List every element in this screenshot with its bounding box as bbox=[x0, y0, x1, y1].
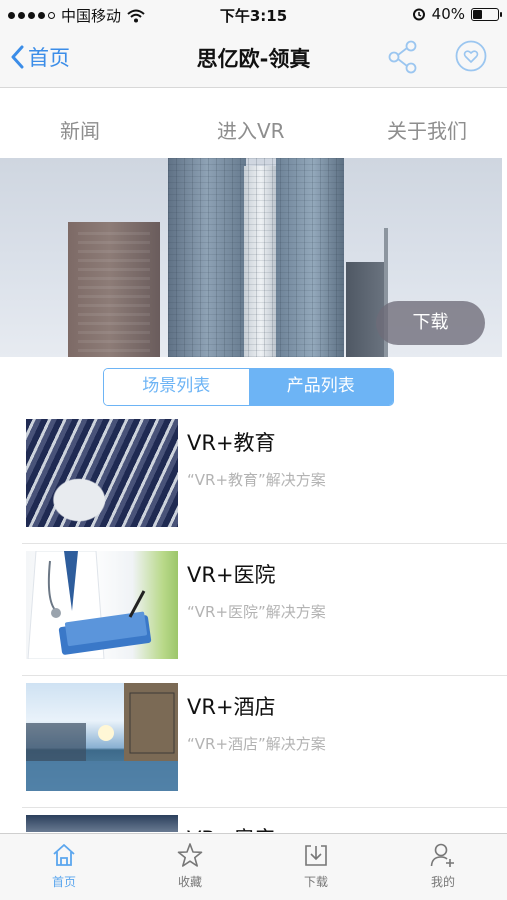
list-item-vr-real-estate[interactable]: VR+房产 bbox=[22, 808, 507, 832]
tab-downloads[interactable]: 下载 bbox=[276, 842, 356, 890]
tab-enter-vr[interactable]: 进入VR bbox=[217, 115, 285, 144]
tab-home-label: 首页 bbox=[51, 875, 76, 889]
nav-bar: 首页 思亿欧-领真 bbox=[0, 30, 507, 88]
doctor-illustration bbox=[27, 551, 152, 659]
top-tabs: 新闻 进入VR 关于我们 bbox=[0, 89, 507, 158]
segment-product-list[interactable]: 产品列表 bbox=[248, 369, 393, 405]
star-icon bbox=[177, 843, 203, 867]
tab-home[interactable]: 首页 bbox=[24, 842, 104, 890]
tab-news[interactable]: 新闻 bbox=[60, 115, 100, 144]
building-grid-overlay bbox=[168, 158, 344, 357]
item-title: VR+医院 bbox=[187, 563, 276, 587]
item-title: VR+酒店 bbox=[187, 695, 276, 719]
hotel-illustration bbox=[26, 683, 178, 791]
list-item-vr-hotel[interactable]: VR+酒店 “VR+酒店”解决方案 bbox=[22, 676, 507, 808]
download-button[interactable]: 下载 bbox=[376, 301, 485, 345]
battery-icon bbox=[471, 7, 502, 21]
thumbnail-hospital bbox=[26, 551, 178, 659]
tab-profile-label: 我的 bbox=[430, 875, 455, 889]
user-icon bbox=[430, 843, 454, 867]
item-title: VR+教育 bbox=[187, 431, 276, 455]
battery-percent: 40% bbox=[431, 5, 465, 23]
favorite-heart-icon[interactable] bbox=[455, 40, 487, 72]
item-subtitle: “VR+酒店”解决方案 bbox=[187, 735, 326, 753]
building-left-windows bbox=[78, 232, 150, 352]
battery-fill bbox=[473, 9, 482, 19]
status-right: 40% bbox=[412, 5, 502, 23]
tab-favorites[interactable]: 收藏 bbox=[150, 842, 230, 890]
bottom-tab-bar: 首页 收藏 下载 我的 bbox=[0, 833, 507, 900]
tab-downloads-label: 下载 bbox=[303, 875, 328, 889]
status-bar: 中国移动 下午3:15 40% bbox=[0, 0, 507, 30]
tab-about-us[interactable]: 关于我们 bbox=[387, 115, 467, 144]
page-title: 思亿欧-领真 bbox=[196, 47, 311, 71]
alarm-icon bbox=[412, 8, 425, 21]
item-title: VR+房产 bbox=[187, 823, 276, 832]
product-list: VR+教育 “VR+教育”解决方案 VR+医院 “VR+医院”解决方案 VR+酒… bbox=[0, 412, 507, 832]
segment-scene-list[interactable]: 场景列表 bbox=[104, 369, 249, 405]
thumbnail-education bbox=[26, 419, 178, 527]
thumbnail-hotel bbox=[26, 683, 178, 791]
item-subtitle: “VR+教育”解决方案 bbox=[187, 471, 326, 489]
share-icon[interactable] bbox=[388, 40, 418, 74]
list-item-vr-hospital[interactable]: VR+医院 “VR+医院”解决方案 bbox=[22, 544, 507, 676]
tab-profile[interactable]: 我的 bbox=[403, 842, 483, 890]
home-icon bbox=[53, 844, 75, 866]
tab-favorites-label: 收藏 bbox=[177, 875, 202, 889]
item-subtitle: “VR+医院”解决方案 bbox=[187, 603, 326, 621]
list-segmented-control: 场景列表 产品列表 bbox=[103, 368, 394, 406]
list-item-vr-education[interactable]: VR+教育 “VR+教育”解决方案 bbox=[22, 412, 507, 544]
download-icon bbox=[305, 845, 327, 866]
thumbnail-real-estate bbox=[26, 815, 178, 832]
